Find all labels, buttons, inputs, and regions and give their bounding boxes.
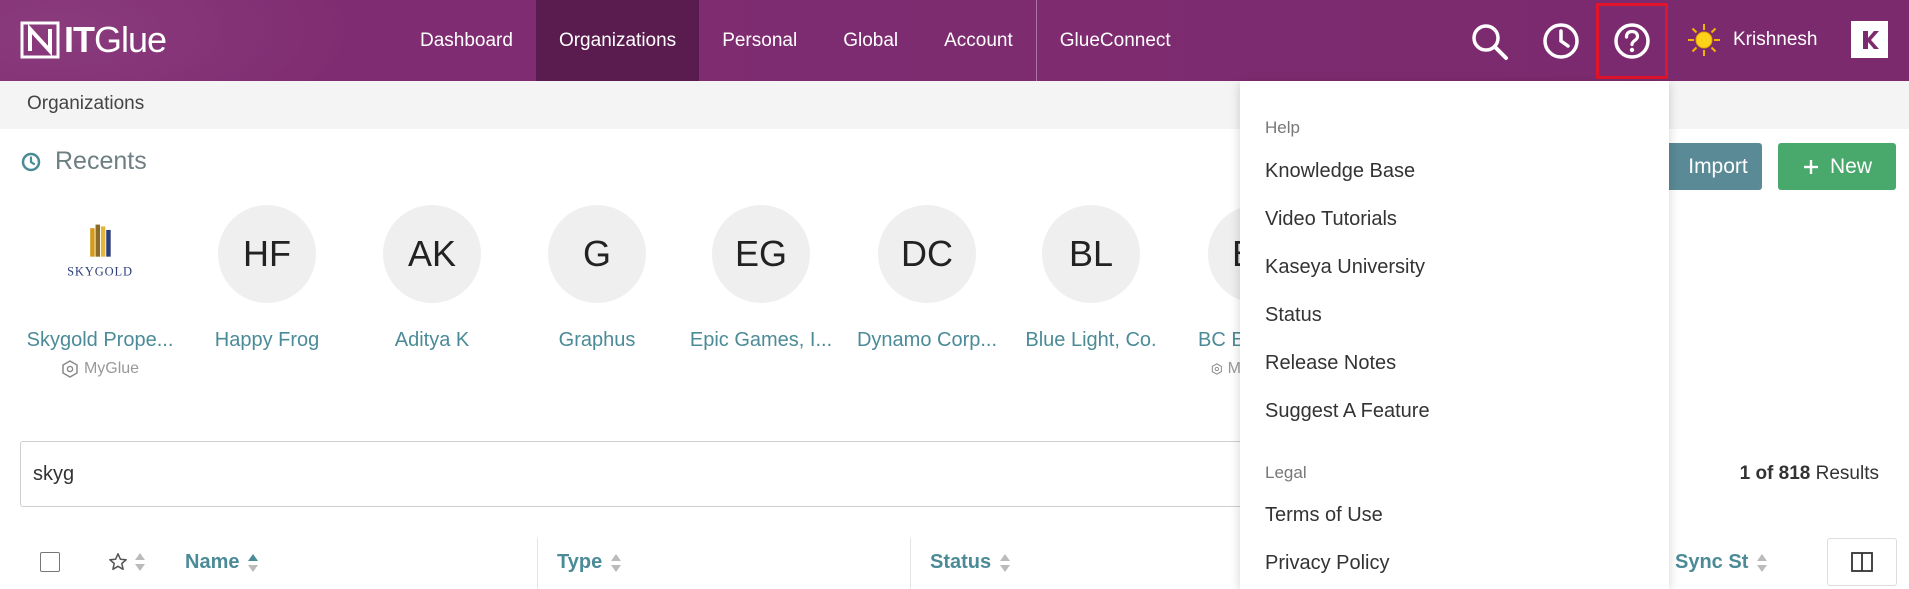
itglue-logo[interactable]: ITGlue	[20, 19, 167, 60]
myglue-hex-icon	[62, 360, 78, 378]
org-avatar: DC	[878, 205, 976, 303]
breadcrumb[interactable]: Organizations	[27, 93, 144, 115]
myglue-badge: M	[1181, 360, 1241, 378]
recent-org-card[interactable]: AK Aditya K	[357, 205, 507, 352]
recent-org-card[interactable]: DC Dynamo Corp...	[852, 205, 1002, 352]
org-avatar: EG	[712, 205, 810, 303]
org-logo: SKYGOLD	[51, 205, 149, 303]
itglue-logo-text: ITGlue	[64, 19, 167, 60]
main-nav: Dashboard Organizations Personal Global …	[397, 0, 1194, 81]
menu-item-terms-of-use[interactable]: Terms of Use	[1265, 504, 1383, 527]
help-dropdown-menu: Help Knowledge Base Video Tutorials Kase…	[1240, 81, 1669, 589]
help-question-icon	[1614, 23, 1650, 59]
menu-item-knowledge-base[interactable]: Knowledge Base	[1265, 160, 1415, 183]
search-input[interactable]	[20, 441, 1280, 507]
sort-icon	[611, 553, 622, 572]
recent-org-name: Blue Light, Co.	[1025, 329, 1157, 351]
menu-item-kaseya-university[interactable]: Kaseya University	[1265, 256, 1425, 279]
skygold-logo: SKYGOLD	[67, 224, 133, 278]
favorite-sort[interactable]	[108, 552, 146, 572]
org-avatar: BL	[1042, 205, 1140, 303]
history-clock-icon	[1543, 23, 1579, 59]
recent-org-name: Epic Games, I...	[689, 329, 833, 351]
recent-org-card[interactable]: B BC E M	[1181, 205, 1241, 378]
recent-history-button[interactable]	[1533, 13, 1589, 69]
recent-org-name: Graphus	[558, 329, 636, 351]
results-count: 1 of 818 Results	[1739, 463, 1879, 484]
recent-org-card[interactable]: BL Blue Light, Co.	[1016, 205, 1166, 352]
column-header-name[interactable]: Name	[185, 551, 259, 574]
itglue-logo-mark-icon	[20, 21, 60, 59]
plus-icon	[1803, 159, 1818, 174]
recent-org-card[interactable]: G Graphus	[522, 205, 672, 352]
column-divider	[910, 538, 911, 589]
myglue-hex-icon	[1211, 363, 1222, 375]
nav-glueconnect[interactable]: GlueConnect	[1037, 0, 1194, 81]
star-icon	[109, 553, 127, 571]
myglue-badge: MyGlue	[25, 360, 175, 378]
user-name: Krishnesh	[1733, 29, 1818, 50]
search-icon	[1472, 24, 1508, 60]
recent-org-name: Skygold Prope...	[26, 329, 174, 351]
help-button[interactable]	[1596, 3, 1668, 79]
kaseya-logo-icon	[1862, 30, 1879, 49]
nav-personal[interactable]: Personal	[699, 0, 820, 81]
nav-dashboard[interactable]: Dashboard	[397, 0, 536, 81]
recents-clock-icon	[21, 152, 41, 171]
org-avatar: B	[1208, 205, 1241, 303]
new-button[interactable]: New	[1778, 143, 1896, 190]
recent-org-name: Happy Frog	[214, 329, 320, 351]
column-divider	[537, 538, 538, 589]
select-all-checkbox[interactable]	[40, 552, 60, 572]
svg-text:SKYGOLD: SKYGOLD	[67, 264, 133, 278]
column-layout-button[interactable]	[1827, 538, 1897, 586]
menu-item-video-tutorials[interactable]: Video Tutorials	[1265, 208, 1397, 231]
nav-global[interactable]: Global	[820, 0, 921, 81]
recent-org-name: BC E	[1198, 329, 1241, 351]
nav-organizations[interactable]: Organizations	[535, 0, 700, 81]
menu-item-suggest-feature[interactable]: Suggest A Feature	[1265, 400, 1430, 423]
recent-org-card[interactable]: EG Epic Games, I...	[686, 205, 836, 352]
sort-icon	[1000, 553, 1011, 572]
menu-item-privacy-policy[interactable]: Privacy Policy	[1265, 552, 1389, 575]
recent-org-card[interactable]: HF Happy Frog	[192, 205, 342, 352]
column-header-sync-status[interactable]: Sync St	[1675, 551, 1768, 574]
recent-org-card[interactable]: SKYGOLD Skygold Prope... MyGlue	[25, 205, 175, 378]
recent-org-name: Aditya K	[394, 329, 470, 351]
column-header-type[interactable]: Type	[557, 551, 622, 574]
recent-org-name: Dynamo Corp...	[856, 329, 998, 351]
sort-asc-icon	[248, 553, 259, 572]
kaseya-app-switcher[interactable]	[1851, 21, 1888, 58]
help-section-header: Help	[1265, 118, 1300, 137]
top-navigation-bar: ITGlue Dashboard Organizations Personal …	[0, 0, 1909, 81]
menu-item-status[interactable]: Status	[1265, 304, 1322, 327]
search-button[interactable]	[1461, 13, 1517, 69]
org-avatar: AK	[383, 205, 481, 303]
nav-account[interactable]: Account	[921, 0, 1036, 81]
org-avatar: G	[548, 205, 646, 303]
sort-icon	[1757, 553, 1768, 572]
sort-icon	[135, 553, 145, 571]
column-header-status[interactable]: Status	[930, 551, 1011, 574]
org-avatar: HF	[218, 205, 316, 303]
user-menu[interactable]: Krishnesh	[1687, 22, 1818, 58]
menu-item-release-notes[interactable]: Release Notes	[1265, 352, 1396, 375]
legal-section-header: Legal	[1265, 463, 1307, 482]
recents-heading: Recents	[21, 147, 147, 176]
recents-title: Recents	[55, 147, 147, 175]
columns-icon	[1851, 552, 1873, 572]
user-avatar-sun-icon	[1688, 24, 1720, 56]
